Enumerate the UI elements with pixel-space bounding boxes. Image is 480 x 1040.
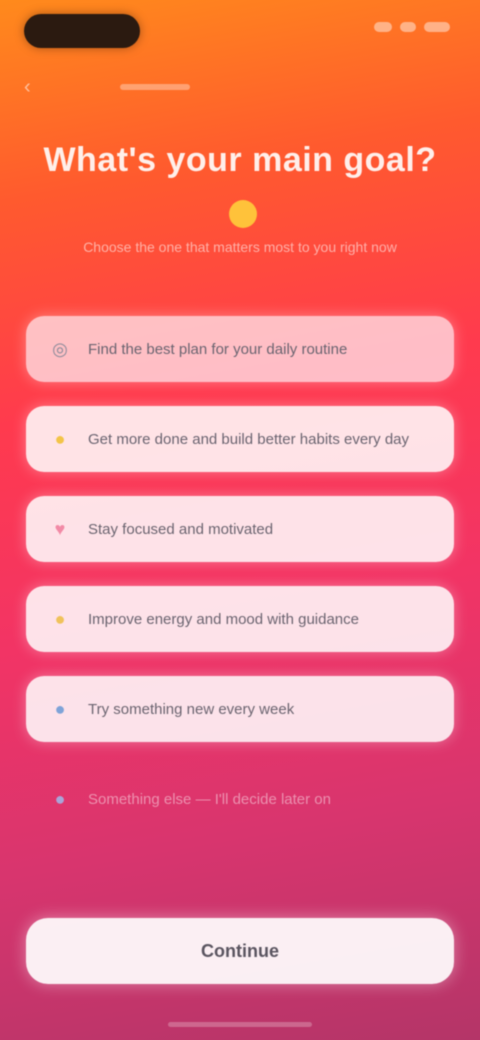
goal-options-list: ◎ Find the best plan for your daily rout… <box>26 316 454 856</box>
heart-icon: ♥ <box>54 518 66 539</box>
page-subtitle: Choose the one that matters most to you … <box>83 239 397 255</box>
target-icon: ◎ <box>52 338 68 359</box>
title-text: What's your main goal? <box>43 141 437 179</box>
goal-option[interactable]: ● Improve energy and mood with guidance <box>26 586 454 652</box>
status-indicators <box>374 22 450 32</box>
cellular-icon <box>374 22 392 32</box>
goal-option-label: Try something new every week <box>88 700 295 718</box>
smile-emoji-icon <box>229 200 257 229</box>
sun-icon: ● <box>54 608 66 629</box>
nav-row: ‹ <box>24 72 456 102</box>
goal-option-label: Something else — I'll decide later on <box>88 790 331 808</box>
page-title: What's your main goal? <box>40 134 440 238</box>
goal-option[interactable]: ♥ Stay focused and motivated <box>26 496 454 562</box>
chevron-left-icon[interactable]: ‹ <box>24 77 42 97</box>
goal-option-label: Get more done and build better habits ev… <box>88 430 410 448</box>
globe-icon: ● <box>54 698 66 719</box>
wifi-icon <box>400 22 416 32</box>
continue-button[interactable]: Continue <box>26 918 454 984</box>
goal-option[interactable]: ◎ Find the best plan for your daily rout… <box>26 316 454 382</box>
star-icon: ● <box>54 428 66 449</box>
dynamic-island <box>24 14 140 48</box>
goal-option-label: Stay focused and motivated <box>88 520 274 538</box>
dots-icon: ● <box>54 788 66 809</box>
goal-option-label: Improve energy and mood with guidance <box>88 610 359 628</box>
goal-option-label: Find the best plan for your daily routin… <box>88 340 348 358</box>
goal-option[interactable]: ● Something else — I'll decide later on <box>26 766 454 832</box>
progress-indicator <box>120 84 190 90</box>
onboarding-screen: ‹ What's your main goal? Choose the one … <box>0 0 480 1040</box>
goal-option[interactable]: ● Try something new every week <box>26 676 454 742</box>
home-indicator <box>168 1022 312 1027</box>
battery-icon <box>424 22 450 32</box>
goal-option[interactable]: ● Get more done and build better habits … <box>26 406 454 472</box>
